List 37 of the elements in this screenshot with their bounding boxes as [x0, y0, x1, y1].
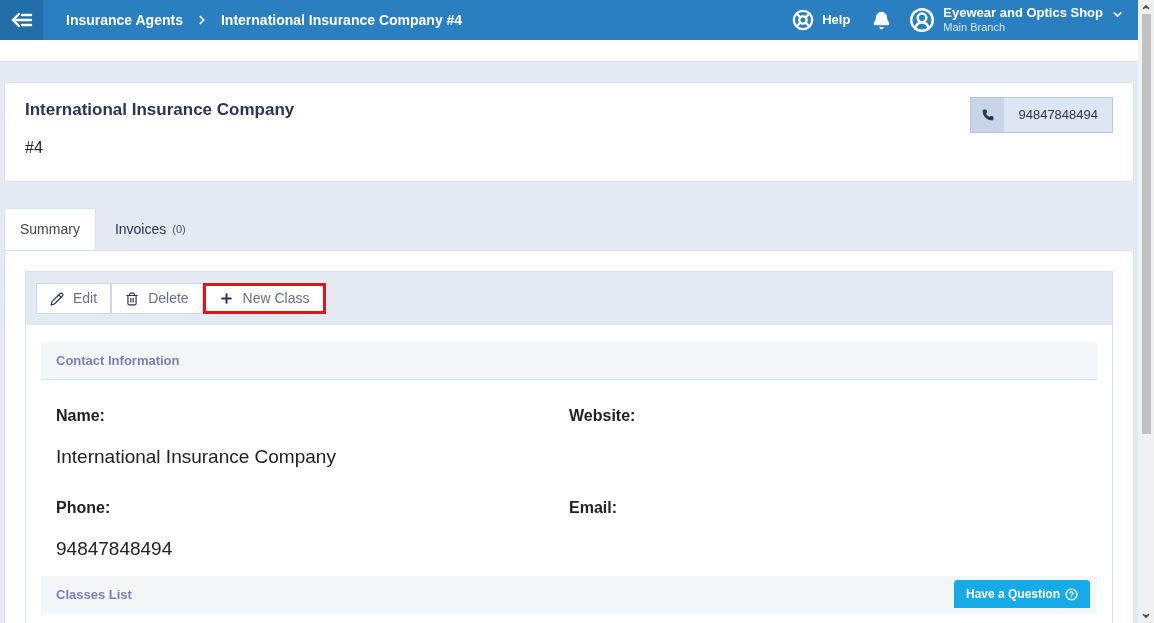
- tab-count: (0): [172, 221, 186, 237]
- trash-icon: [125, 291, 140, 306]
- delete-button[interactable]: Delete: [111, 283, 203, 314]
- field-label: Phone:: [56, 498, 112, 518]
- help-button[interactable]: Help: [792, 9, 851, 31]
- tab[interactable]: Summary: [4, 208, 96, 250]
- breadcrumb-link[interactable]: International Insurance Company #4: [220, 9, 463, 31]
- tab[interactable]: Invoices (0): [99, 208, 201, 250]
- field-label: Email:: [569, 498, 618, 518]
- add-button[interactable]: New Class: [202, 283, 326, 314]
- breadcrumb-link[interactable]: Insurance Agents: [66, 9, 183, 31]
- field-label: Name:: [56, 406, 106, 426]
- company-number: #4: [25, 137, 44, 158]
- scroll-down-icon[interactable]: [1141, 611, 1151, 621]
- help-icon: [1065, 587, 1078, 601]
- lifebuoy-icon: [792, 9, 815, 31]
- user-avatar-icon: [909, 7, 936, 33]
- phone-number: 94847848494: [1004, 98, 1112, 132]
- company-title: International Insurance Company: [25, 99, 295, 121]
- phone-icon: [981, 109, 994, 121]
- field-value: 94847848494: [56, 537, 174, 561]
- shop-name: Eyewear and Optics Shop: [943, 5, 1103, 22]
- field-label: Website:: [569, 406, 637, 426]
- bell-icon[interactable]: [872, 10, 892, 30]
- pencil-icon: [50, 291, 64, 306]
- scrollbar-thumb[interactable]: [1141, 14, 1151, 434]
- edit-button[interactable]: Edit: [36, 283, 112, 314]
- section-title: Classes List: [56, 586, 132, 605]
- scroll-up-icon[interactable]: [1141, 2, 1151, 12]
- plus-icon: [218, 291, 234, 306]
- have-a-question-button[interactable]: Have a Question: [953, 580, 1090, 608]
- sidebar-toggle-button[interactable]: [0, 0, 43, 40]
- section-title: Contact Information: [56, 351, 180, 370]
- branch-name: Main Branch: [943, 21, 1006, 35]
- back-menu-icon: [10, 12, 33, 28]
- account-menu[interactable]: Eyewear and Optics Shop Main Branch: [909, 5, 1124, 35]
- field-value: International Insurance Company: [56, 445, 337, 469]
